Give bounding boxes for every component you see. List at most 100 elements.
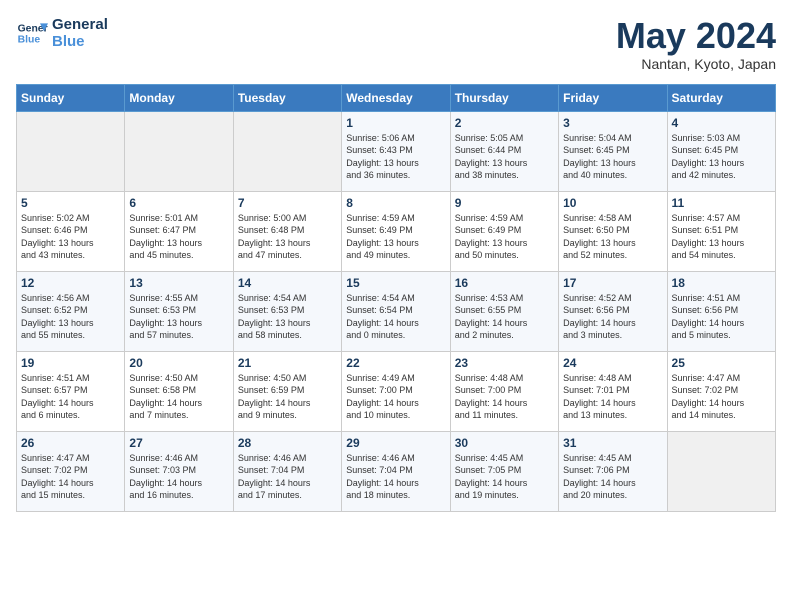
calendar-cell [667,431,775,511]
calendar-body: 1 Sunrise: 5:06 AM Sunset: 6:43 PM Daylig… [17,111,776,511]
day-number: 31 [563,436,662,450]
calendar-cell: 14Sunrise: 4:54 AM Sunset: 6:53 PM Dayli… [233,271,341,351]
day-number: 17 [563,276,662,290]
day-info: Sunrise: 4:50 AM Sunset: 6:59 PM Dayligh… [238,372,337,422]
day-number: 20 [129,356,228,370]
calendar-header: SundayMondayTuesdayWednesdayThursdayFrid… [17,84,776,111]
day-info: Sunrise: 4:59 AM Sunset: 6:49 PM Dayligh… [455,212,554,262]
day-number: 26 [21,436,120,450]
day-number: 4 [672,116,771,130]
day-info: Sunrise: 4:51 AM Sunset: 6:57 PM Dayligh… [21,372,120,422]
weekday-header: Thursday [450,84,558,111]
calendar-cell: 4 Sunrise: 5:03 AM Sunset: 6:45 PM Daylig… [667,111,775,191]
calendar-cell: 25 Sunrise: 4:47 AM Sunset: 7:02 PM Dayli… [667,351,775,431]
day-number: 25 [672,356,771,370]
calendar-cell [17,111,125,191]
day-info: Sunrise: 4:46 AM Sunset: 7:04 PM Dayligh… [238,452,337,502]
calendar-cell: 9 Sunrise: 4:59 AM Sunset: 6:49 PM Daylig… [450,191,558,271]
calendar-cell: 6 Sunrise: 5:01 AM Sunset: 6:47 PM Daylig… [125,191,233,271]
calendar-table: SundayMondayTuesdayWednesdayThursdayFrid… [16,84,776,512]
calendar-cell: 19 Sunrise: 4:51 AM Sunset: 6:57 PM Dayli… [17,351,125,431]
calendar-cell: 17 Sunrise: 4:52 AM Sunset: 6:56 PM Dayli… [559,271,667,351]
weekday-header: Saturday [667,84,775,111]
title-block: May 2024 Nantan, Kyoto, Japan [616,16,776,72]
calendar-week-row: 19 Sunrise: 4:51 AM Sunset: 6:57 PM Dayli… [17,351,776,431]
calendar-cell: 29Sunrise: 4:46 AM Sunset: 7:04 PM Dayli… [342,431,450,511]
day-number: 18 [672,276,771,290]
day-number: 12 [21,276,120,290]
calendar-cell: 5Sunrise: 5:02 AM Sunset: 6:46 PM Daylig… [17,191,125,271]
day-number: 30 [455,436,554,450]
day-number: 8 [346,196,445,210]
calendar-week-row: 1 Sunrise: 5:06 AM Sunset: 6:43 PM Daylig… [17,111,776,191]
day-number: 24 [563,356,662,370]
day-info: Sunrise: 4:59 AM Sunset: 6:49 PM Dayligh… [346,212,445,262]
day-info: Sunrise: 4:48 AM Sunset: 7:01 PM Dayligh… [563,372,662,422]
calendar-cell: 8 Sunrise: 4:59 AM Sunset: 6:49 PM Daylig… [342,191,450,271]
svg-text:Blue: Blue [18,35,41,46]
calendar-cell: 27Sunrise: 4:46 AM Sunset: 7:03 PM Dayli… [125,431,233,511]
day-info: Sunrise: 4:54 AM Sunset: 6:54 PM Dayligh… [346,292,445,342]
day-info: Sunrise: 4:56 AM Sunset: 6:52 PM Dayligh… [21,292,120,342]
day-info: Sunrise: 5:02 AM Sunset: 6:46 PM Dayligh… [21,212,120,262]
day-info: Sunrise: 4:50 AM Sunset: 6:58 PM Dayligh… [129,372,228,422]
day-info: Sunrise: 4:58 AM Sunset: 6:50 PM Dayligh… [563,212,662,262]
calendar-cell [125,111,233,191]
day-number: 1 [346,116,445,130]
weekday-header: Monday [125,84,233,111]
logo: General Blue General Blue [16,16,108,50]
day-info: Sunrise: 5:00 AM Sunset: 6:48 PM Dayligh… [238,212,337,262]
day-number: 11 [672,196,771,210]
weekday-header: Tuesday [233,84,341,111]
day-number: 16 [455,276,554,290]
day-number: 19 [21,356,120,370]
day-number: 10 [563,196,662,210]
calendar-cell: 10 Sunrise: 4:58 AM Sunset: 6:50 PM Dayli… [559,191,667,271]
day-info: Sunrise: 4:57 AM Sunset: 6:51 PM Dayligh… [672,212,771,262]
calendar-cell: 21 Sunrise: 4:50 AM Sunset: 6:59 PM Dayli… [233,351,341,431]
day-info: Sunrise: 4:49 AM Sunset: 7:00 PM Dayligh… [346,372,445,422]
day-number: 22 [346,356,445,370]
day-info: Sunrise: 4:45 AM Sunset: 7:06 PM Dayligh… [563,452,662,502]
calendar-cell: 18Sunrise: 4:51 AM Sunset: 6:56 PM Dayli… [667,271,775,351]
calendar-cell: 11 Sunrise: 4:57 AM Sunset: 6:51 PM Dayli… [667,191,775,271]
calendar-cell: 15Sunrise: 4:54 AM Sunset: 6:54 PM Dayli… [342,271,450,351]
day-info: Sunrise: 4:47 AM Sunset: 7:02 PM Dayligh… [21,452,120,502]
day-info: Sunrise: 5:01 AM Sunset: 6:47 PM Dayligh… [129,212,228,262]
day-info: Sunrise: 5:03 AM Sunset: 6:45 PM Dayligh… [672,132,771,182]
calendar-cell: 7 Sunrise: 5:00 AM Sunset: 6:48 PM Daylig… [233,191,341,271]
day-number: 13 [129,276,228,290]
calendar-cell: 13 Sunrise: 4:55 AM Sunset: 6:53 PM Dayli… [125,271,233,351]
day-info: Sunrise: 4:45 AM Sunset: 7:05 PM Dayligh… [455,452,554,502]
day-number: 3 [563,116,662,130]
day-number: 9 [455,196,554,210]
logo-text-general: General [52,16,108,33]
calendar-week-row: 12 Sunrise: 4:56 AM Sunset: 6:52 PM Dayli… [17,271,776,351]
calendar-week-row: 26 Sunrise: 4:47 AM Sunset: 7:02 PM Dayli… [17,431,776,511]
day-info: Sunrise: 4:53 AM Sunset: 6:55 PM Dayligh… [455,292,554,342]
calendar-cell: 24 Sunrise: 4:48 AM Sunset: 7:01 PM Dayli… [559,351,667,431]
month-title: May 2024 [616,16,776,56]
day-info: Sunrise: 4:55 AM Sunset: 6:53 PM Dayligh… [129,292,228,342]
calendar-cell: 22 Sunrise: 4:49 AM Sunset: 7:00 PM Dayli… [342,351,450,431]
calendar-cell: 31 Sunrise: 4:45 AM Sunset: 7:06 PM Dayli… [559,431,667,511]
logo-icon: General Blue [16,17,48,49]
day-info: Sunrise: 5:05 AM Sunset: 6:44 PM Dayligh… [455,132,554,182]
calendar-cell: 12 Sunrise: 4:56 AM Sunset: 6:52 PM Dayli… [17,271,125,351]
day-number: 7 [238,196,337,210]
day-info: Sunrise: 4:46 AM Sunset: 7:03 PM Dayligh… [129,452,228,502]
day-info: Sunrise: 4:47 AM Sunset: 7:02 PM Dayligh… [672,372,771,422]
location: Nantan, Kyoto, Japan [616,56,776,72]
day-number: 21 [238,356,337,370]
day-info: Sunrise: 4:52 AM Sunset: 6:56 PM Dayligh… [563,292,662,342]
day-number: 2 [455,116,554,130]
day-info: Sunrise: 5:06 AM Sunset: 6:43 PM Dayligh… [346,132,445,182]
day-number: 28 [238,436,337,450]
calendar-cell: 23Sunrise: 4:48 AM Sunset: 7:00 PM Dayli… [450,351,558,431]
day-number: 6 [129,196,228,210]
calendar-cell: 1 Sunrise: 5:06 AM Sunset: 6:43 PM Daylig… [342,111,450,191]
calendar-cell: 20 Sunrise: 4:50 AM Sunset: 6:58 PM Dayli… [125,351,233,431]
weekday-header: Sunday [17,84,125,111]
calendar-cell: 28 Sunrise: 4:46 AM Sunset: 7:04 PM Dayli… [233,431,341,511]
calendar-cell: 26 Sunrise: 4:47 AM Sunset: 7:02 PM Dayli… [17,431,125,511]
